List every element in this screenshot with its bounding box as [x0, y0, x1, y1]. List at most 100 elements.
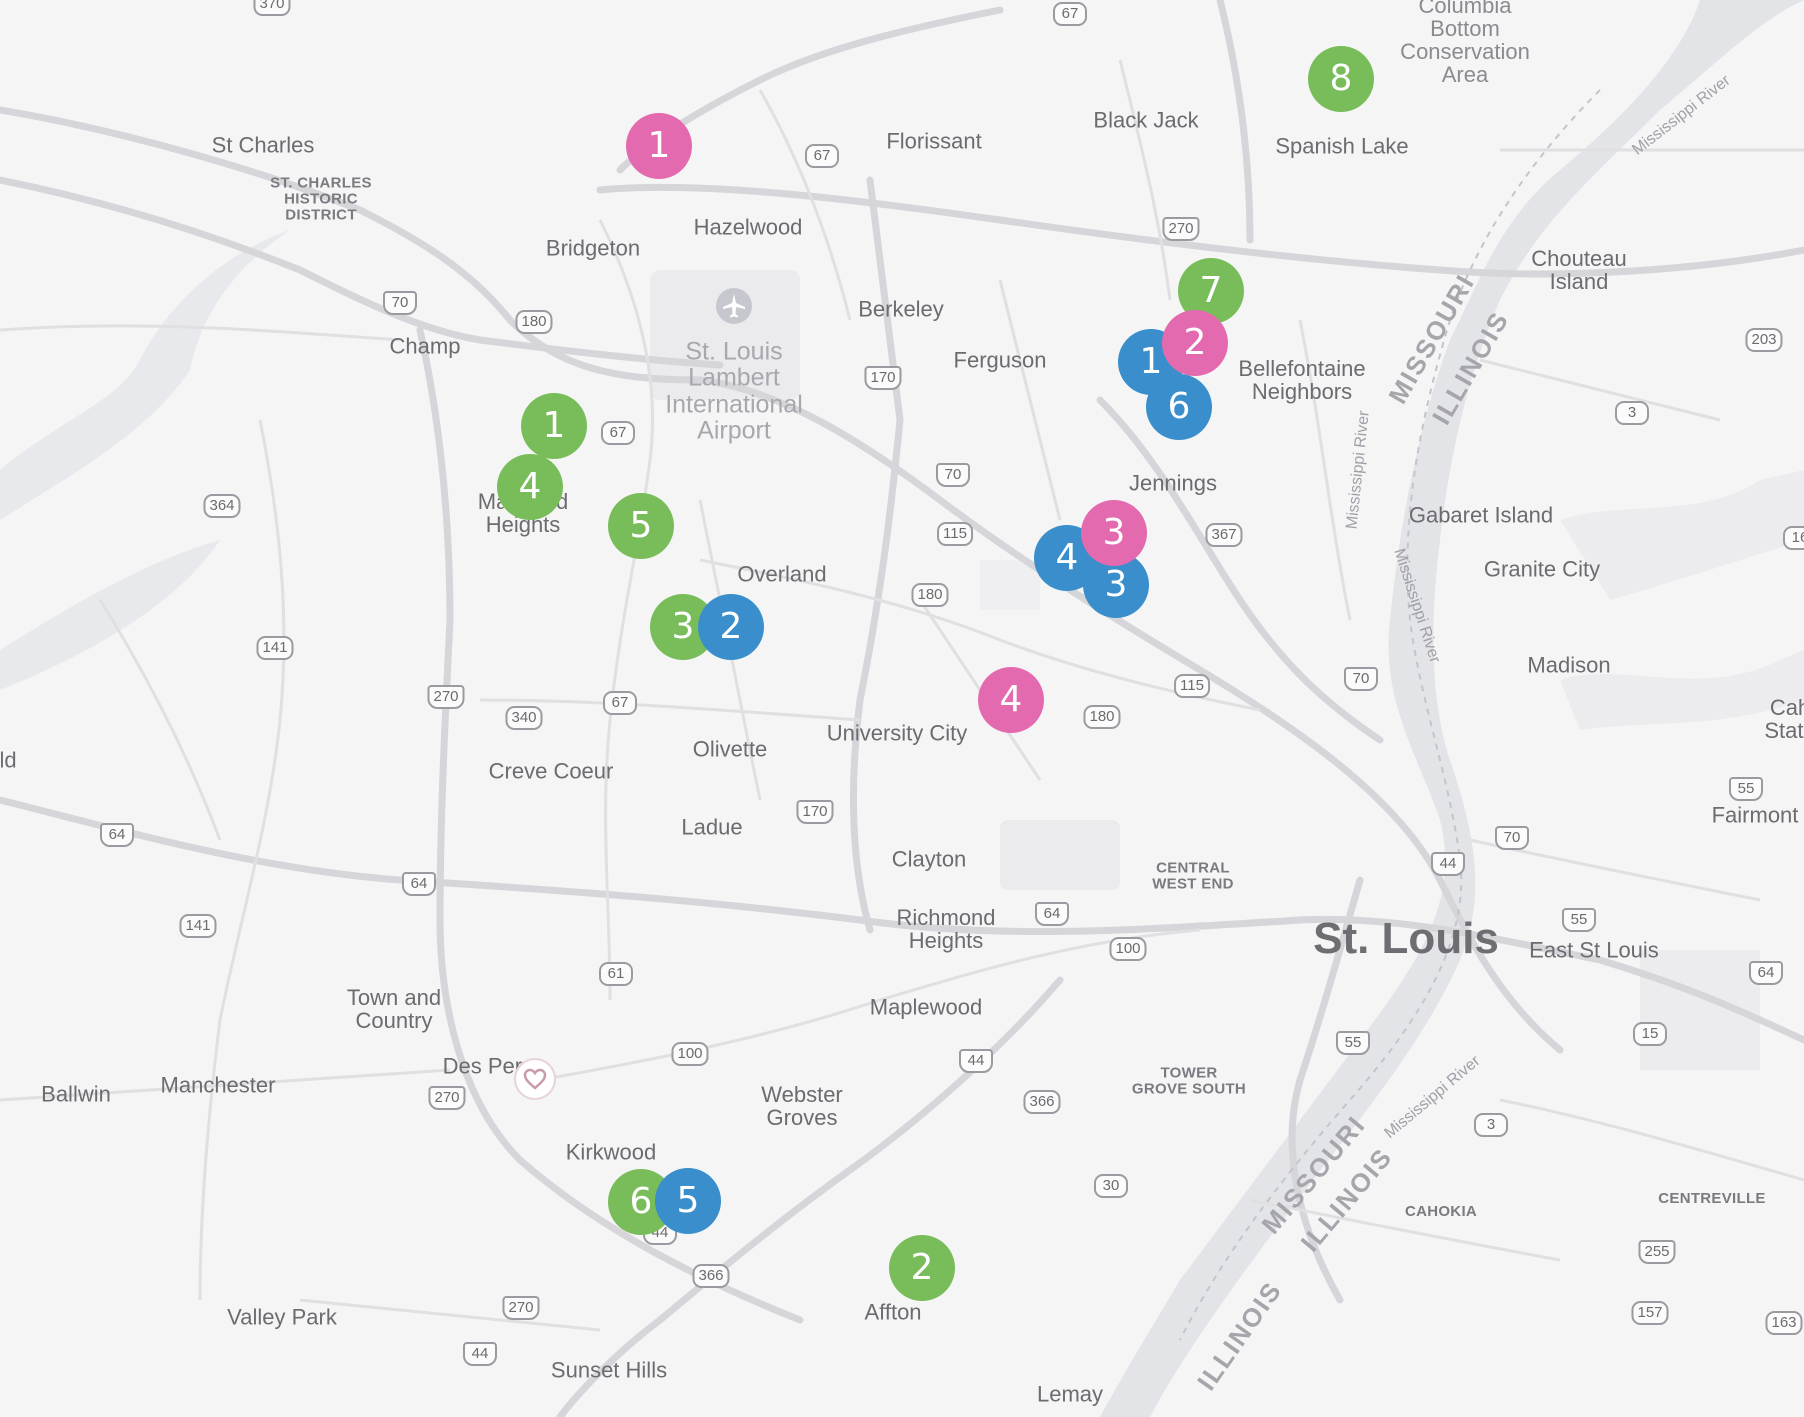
- place-label-east-st-louis: East St Louis: [1529, 937, 1659, 963]
- place-label-maplewood: Maplewood: [869, 994, 983, 1020]
- place-label-richmond-heights: Richmond Heights: [896, 904, 996, 953]
- map-marker[interactable]: 4: [497, 454, 563, 520]
- place-label-champ: Champ: [389, 333, 461, 359]
- route-shield-15: 15: [1633, 1022, 1667, 1046]
- route-shield-67: 67: [805, 144, 839, 168]
- map-marker[interactable]: 2: [889, 1235, 955, 1301]
- route-shield-255: 255: [1638, 1240, 1676, 1264]
- place-label-central-west-end: CENTRAL WEST END: [1152, 859, 1234, 892]
- place-label-florissant: Florissant: [886, 128, 982, 154]
- place-label-madison: Madison: [1527, 652, 1611, 678]
- place-label-creve-coeur: Creve Coeur: [488, 758, 614, 784]
- place-label-st-charles: St Charles: [211, 132, 315, 158]
- route-shield-61: 61: [599, 962, 633, 986]
- route-shield-67: 67: [601, 421, 635, 445]
- route-shield-270: 270: [502, 1296, 540, 1320]
- map[interactable]: St Charles ST. CHARLES HISTORIC DISTRICT…: [0, 0, 1804, 1417]
- route-shield-367: 367: [1205, 523, 1243, 547]
- place-label-olivette: Olivette: [692, 736, 768, 762]
- map-marker[interactable]: 3: [1081, 500, 1147, 566]
- place-label-valley-park: Valley Park: [227, 1304, 337, 1330]
- place-label-cahokia-state: Cah State: [1764, 694, 1804, 743]
- place-label-manchester: Manchester: [160, 1072, 276, 1098]
- map-marker[interactable]: 5: [655, 1168, 721, 1234]
- route-shield-115: 115: [937, 522, 973, 546]
- route-shield-67: 67: [1053, 2, 1087, 26]
- place-label-berkeley: Berkeley: [858, 296, 944, 322]
- route-shield-115: 115: [1174, 674, 1210, 698]
- route-shield-366: 366: [692, 1264, 730, 1288]
- route-shield-270: 270: [1162, 217, 1200, 241]
- place-label-ferguson: Ferguson: [953, 347, 1047, 373]
- route-shield-64: 64: [402, 872, 436, 896]
- route-shield-70: 70: [383, 291, 417, 315]
- place-label-bellefontaine-neighbors: Bellefontaine Neighbors: [1238, 355, 1366, 404]
- route-shield-170: 170: [864, 366, 902, 390]
- place-label-university-city: University City: [826, 720, 968, 746]
- place-label-airport: St. Louis Lambert International Airport: [665, 337, 803, 445]
- route-shield-141: 141: [256, 636, 294, 660]
- route-shield-3: 3: [1615, 401, 1649, 425]
- place-label-fairmont: Fairmont: [1711, 802, 1799, 828]
- route-shield-163: 163: [1765, 1311, 1803, 1335]
- place-label-tower-grove-south: TOWER GROVE SOUTH: [1131, 1064, 1247, 1097]
- place-label-webster-groves: Webster Groves: [761, 1081, 843, 1130]
- route-shield-64: 64: [1749, 961, 1783, 985]
- place-label-sunset-hills: Sunset Hills: [550, 1357, 668, 1383]
- place-label-st-louis: St. Louis: [1313, 913, 1499, 963]
- route-shield-64: 64: [1035, 902, 1069, 926]
- heart-icon: [514, 1058, 556, 1100]
- place-label-granite-city: Granite City: [1483, 556, 1601, 582]
- place-label-centreville: CENTREVILLE: [1658, 1190, 1766, 1208]
- place-label-spanish-lake: Spanish Lake: [1275, 133, 1409, 159]
- place-label-cahokia: CAHOKIA: [1404, 1203, 1478, 1221]
- place-label-affton: Affton: [864, 1299, 922, 1325]
- route-shield-55: 55: [1336, 1031, 1370, 1055]
- place-label-ladue: Ladue: [681, 814, 743, 840]
- route-shield-364: 364: [203, 494, 241, 518]
- place-label-jennings: Jennings: [1128, 470, 1218, 496]
- map-marker[interactable]: 2: [698, 594, 764, 660]
- route-shield-100: 100: [671, 1042, 709, 1066]
- route-shield-340: 340: [505, 706, 543, 730]
- map-marker[interactable]: 2: [1162, 310, 1228, 376]
- place-label-chouteau-island: Chouteau Island: [1531, 245, 1627, 294]
- map-marker[interactable]: 5: [608, 493, 674, 559]
- place-label-st-charles-historic-district: ST. CHARLES HISTORIC DISTRICT: [270, 174, 372, 223]
- route-shield-370: 370: [253, 0, 291, 16]
- route-shield-141: 141: [179, 914, 217, 938]
- map-marker[interactable]: 4: [978, 667, 1044, 733]
- route-shield-157: 157: [1631, 1301, 1669, 1325]
- route-shield-170: 170: [796, 800, 834, 824]
- route-shield-180: 180: [911, 583, 949, 607]
- place-label-gabaret-island: Gabaret Island: [1408, 502, 1554, 528]
- place-label-columbia-bottom: Columbia Bottom Conservation Area: [1400, 0, 1530, 88]
- route-shield-16: 16: [1783, 526, 1804, 550]
- airplane-icon: [716, 288, 752, 324]
- place-label-town-and-country: Town and Country: [346, 984, 442, 1033]
- route-shield-270: 270: [427, 685, 465, 709]
- route-shield-30: 30: [1094, 1174, 1128, 1198]
- map-marker[interactable]: 1: [521, 393, 587, 459]
- place-label-ld: ld: [0, 747, 17, 773]
- route-shield-64: 64: [100, 823, 134, 847]
- route-shield-3: 3: [1474, 1113, 1508, 1137]
- route-shield-100: 100: [1109, 937, 1147, 961]
- route-shield-70: 70: [1495, 826, 1529, 850]
- place-label-bridgeton: Bridgeton: [545, 235, 641, 261]
- map-marker[interactable]: 1: [626, 113, 692, 179]
- route-shield-180: 180: [515, 310, 553, 334]
- place-label-kirkwood: Kirkwood: [565, 1139, 657, 1165]
- map-marker[interactable]: 8: [1308, 46, 1374, 112]
- place-label-ballwin: Ballwin: [41, 1081, 111, 1107]
- place-label-overland: Overland: [737, 561, 827, 587]
- place-label-hazelwood: Hazelwood: [693, 214, 803, 240]
- route-shield-203: 203: [1745, 328, 1783, 352]
- map-marker[interactable]: 6: [1146, 374, 1212, 440]
- route-shield-44: 44: [1431, 852, 1465, 876]
- route-shield-55: 55: [1729, 777, 1763, 801]
- route-shield-180: 180: [1083, 705, 1121, 729]
- place-label-lemay: Lemay: [1036, 1381, 1104, 1407]
- route-shield-44: 44: [959, 1049, 993, 1073]
- route-shield-270: 270: [428, 1086, 466, 1110]
